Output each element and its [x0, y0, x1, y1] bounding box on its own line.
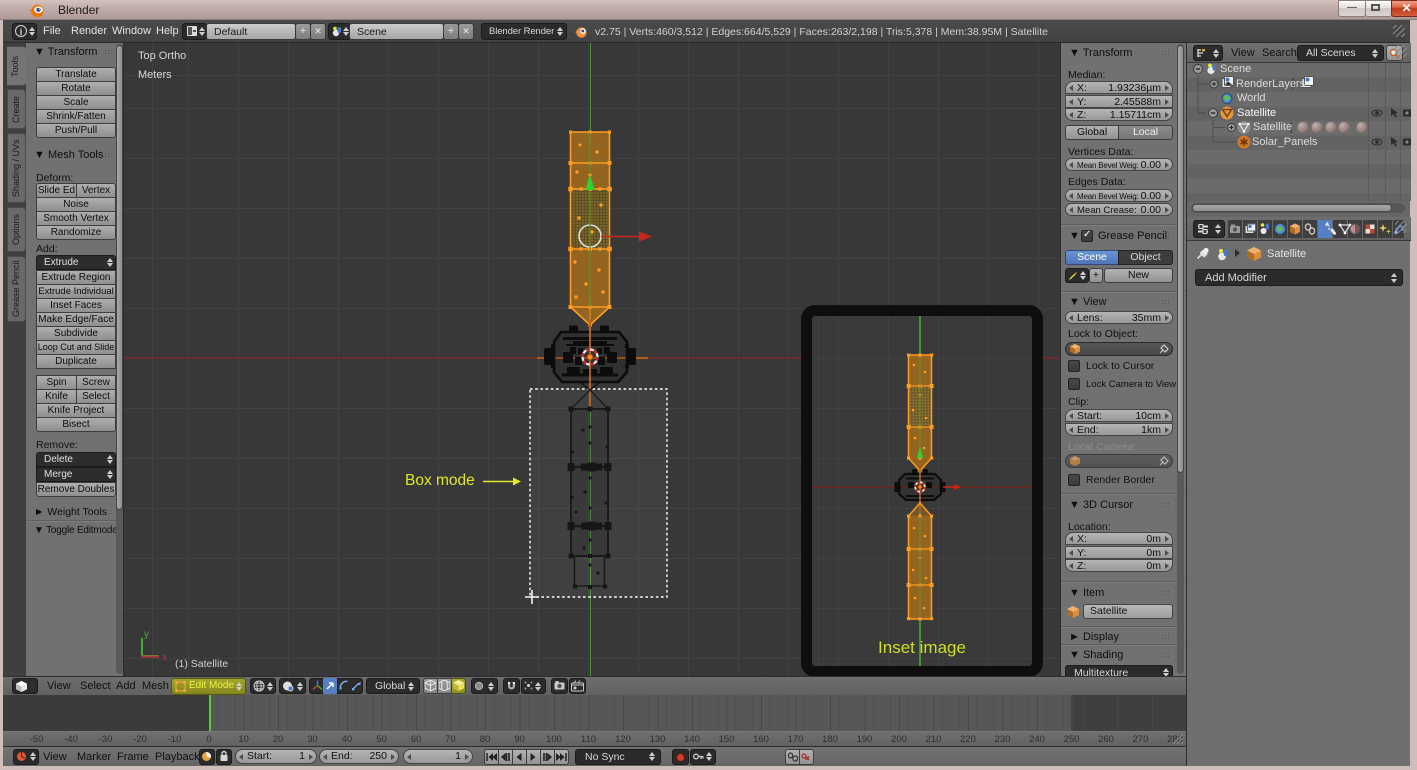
- svg-text:x: x: [162, 652, 167, 663]
- svg-text:y: y: [144, 629, 149, 640]
